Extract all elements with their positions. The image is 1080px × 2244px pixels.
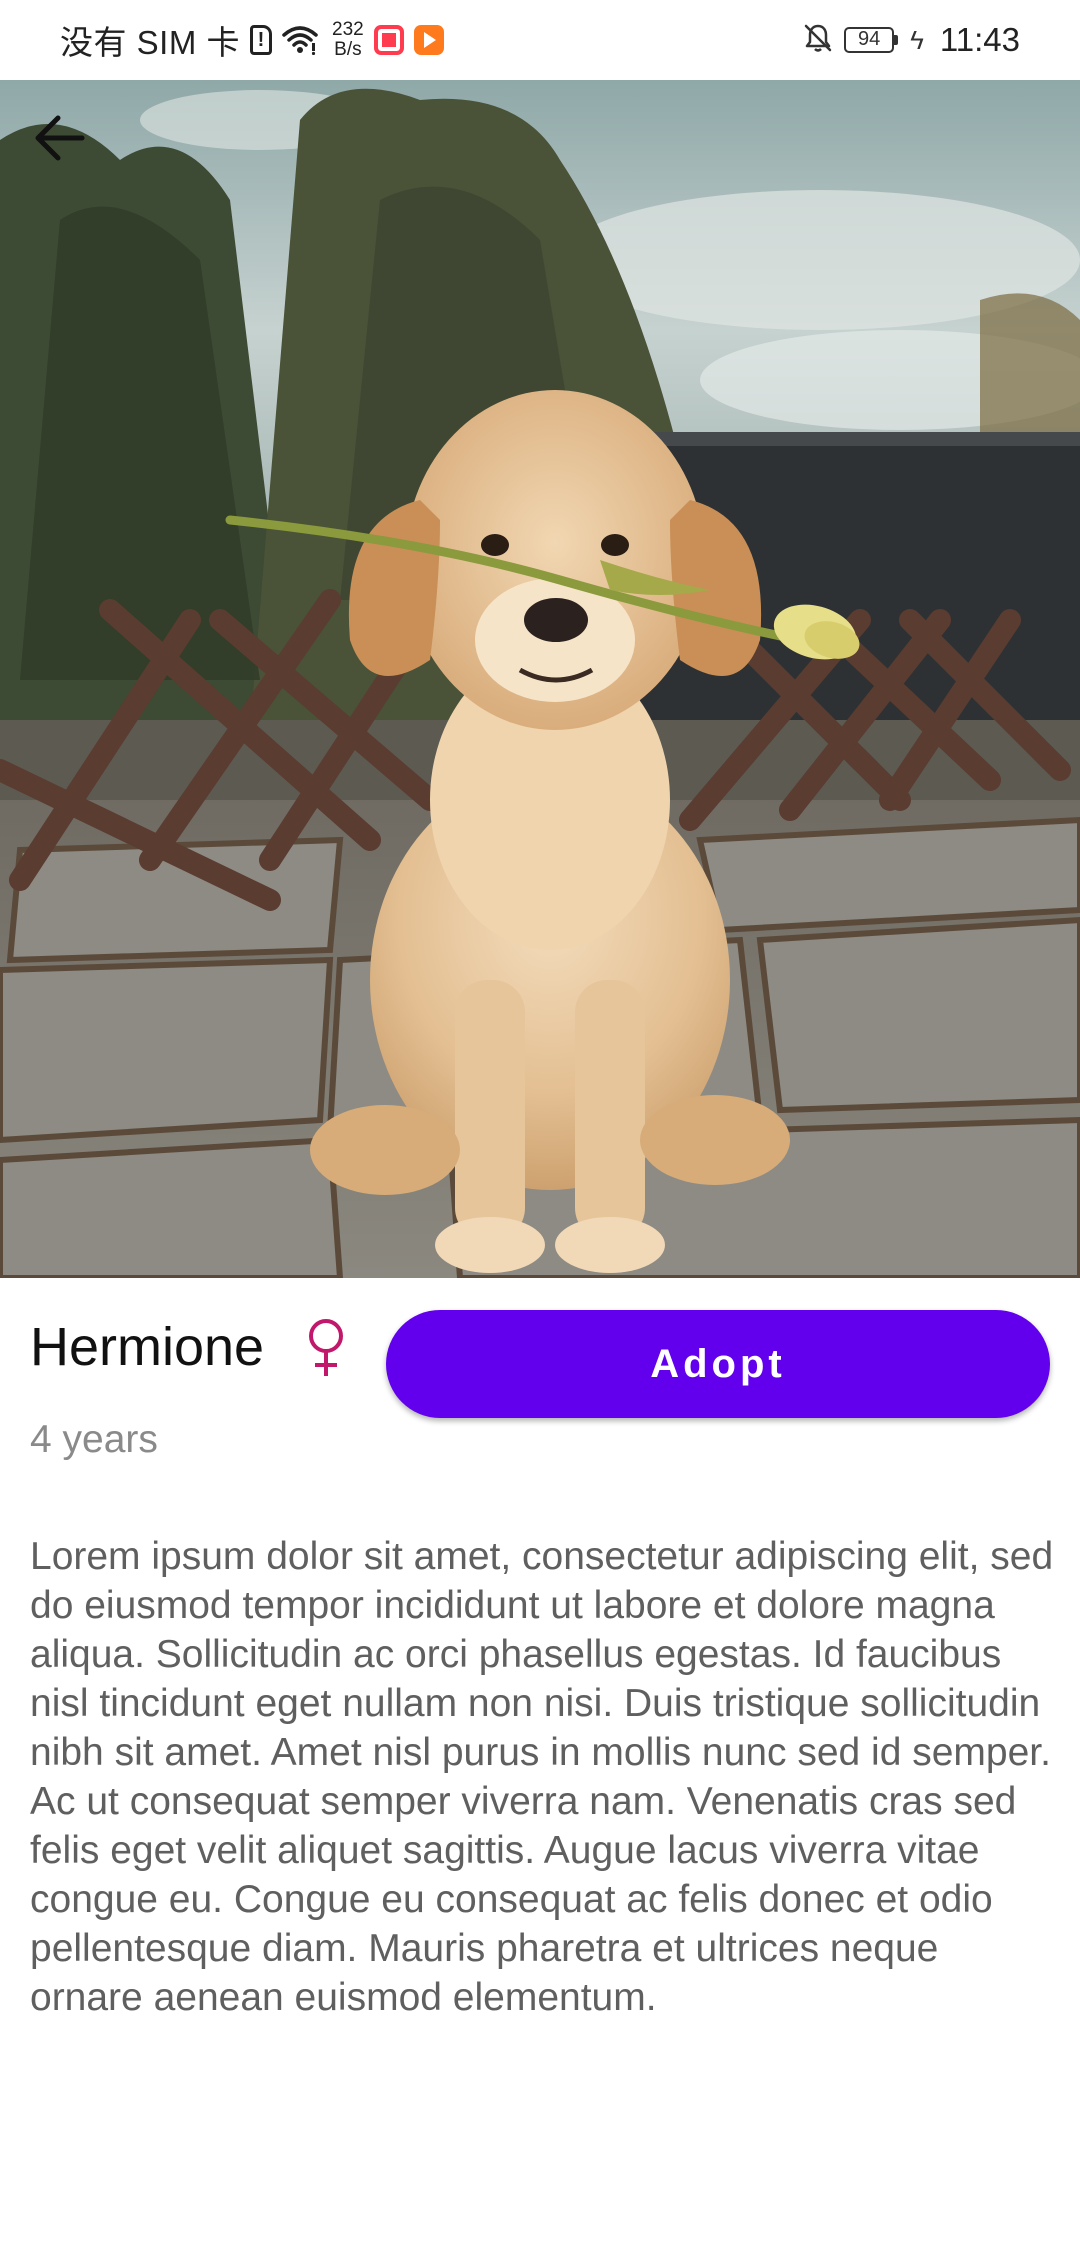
sim-alert-icon: ! [250, 25, 273, 55]
network-speed-value: 232 [332, 19, 364, 40]
battery-icon: 94 [844, 27, 899, 53]
pet-photo [0, 80, 1080, 1278]
network-speed: 232 B/s [332, 20, 364, 60]
status-bar: 没有 SIM 卡 ! 232 B/s 94 ϟ 11:43 [0, 0, 1080, 80]
bell-muted-icon [802, 22, 834, 59]
pet-age: 4 years [30, 1418, 158, 1461]
status-left: 没有 SIM 卡 ! 232 B/s [60, 16, 444, 64]
battery-level: 94 [844, 27, 895, 53]
network-speed-unit: B/s [334, 39, 362, 60]
wifi-icon [282, 25, 318, 55]
video-app-icon [413, 25, 444, 55]
pet-name: Hermione [30, 1317, 265, 1377]
female-icon [302, 1316, 350, 1380]
pet-photo-illustration [0, 80, 1080, 1278]
adopt-button[interactable]: Adopt [386, 1310, 1050, 1418]
charging-icon: ϟ [910, 24, 924, 55]
pet-description: Lorem ipsum dolor sit amet, consectetur … [30, 1535, 1054, 2019]
status-right: 94 ϟ 11:43 [802, 21, 1020, 59]
arrow-left-icon [35, 115, 85, 161]
clock: 11:43 [939, 21, 1020, 58]
back-button[interactable] [22, 100, 98, 176]
app-notification-icon [373, 25, 404, 55]
carrier-label: 没有 SIM 卡 [60, 24, 241, 61]
